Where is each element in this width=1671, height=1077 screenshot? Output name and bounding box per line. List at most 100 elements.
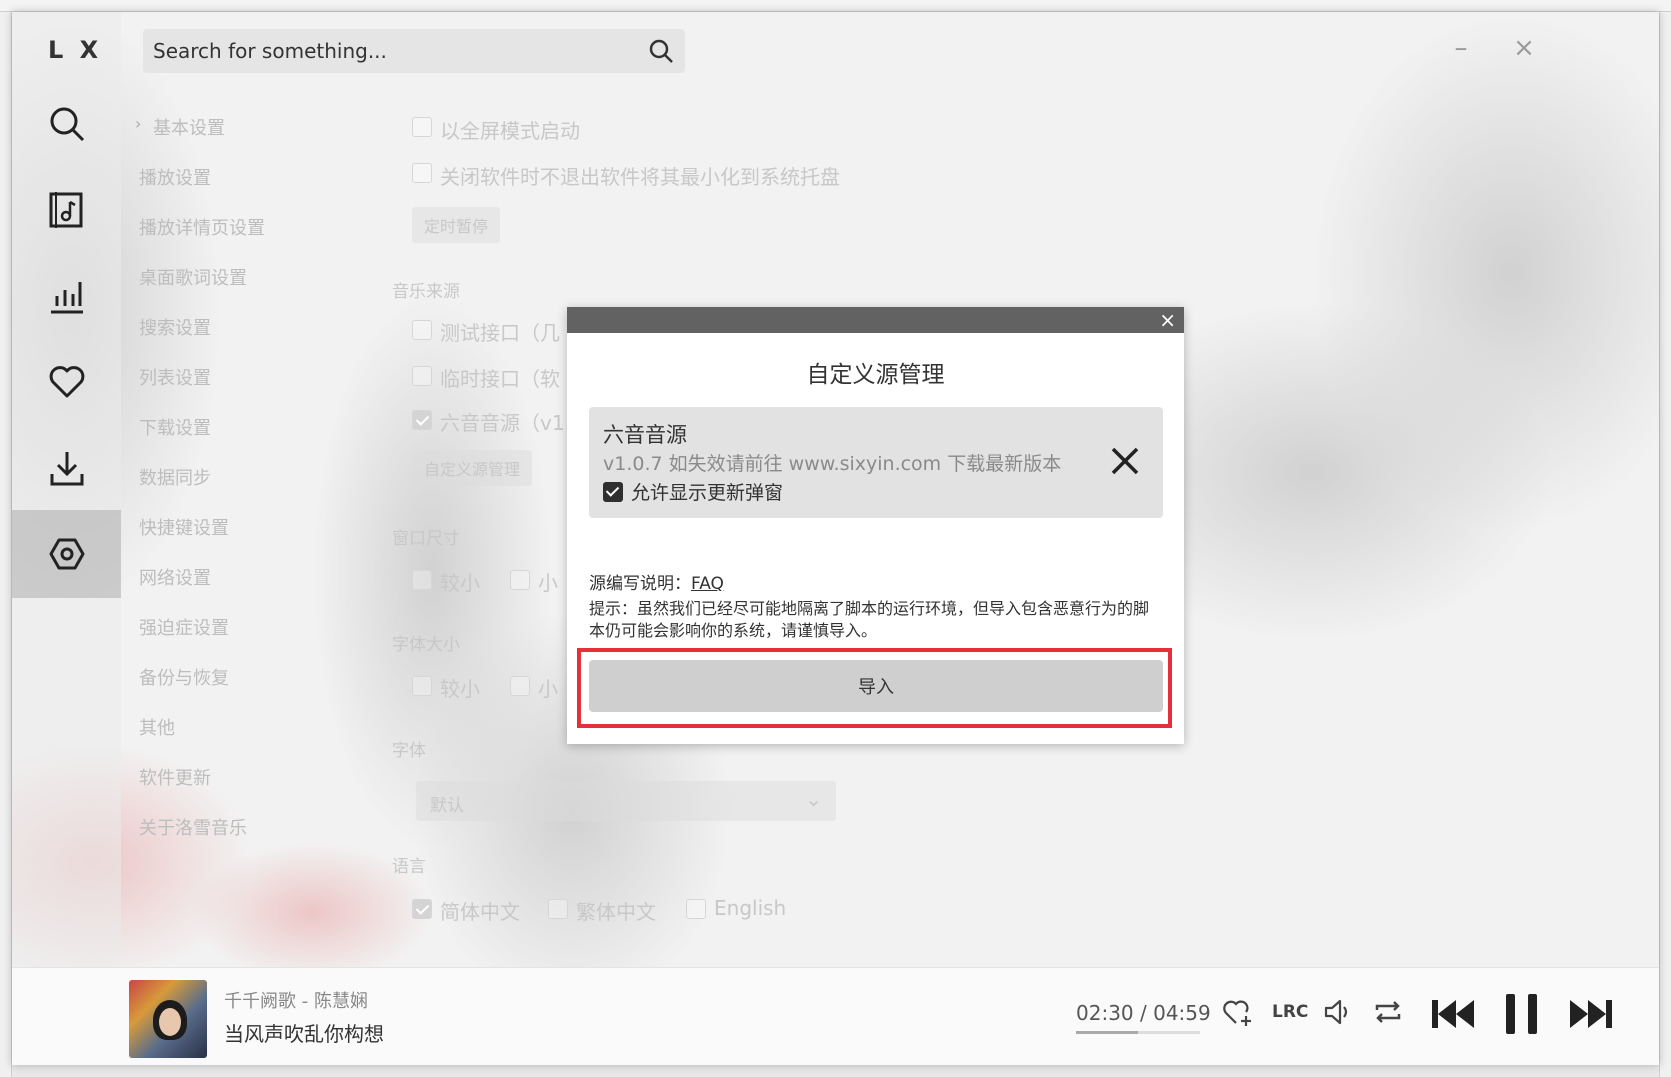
settings-nav-item[interactable]: 基本设置 [153, 114, 225, 140]
album-cover[interactable] [129, 980, 207, 1058]
security-tip: 提示：虽然我们已经尽可能地隔离了脚本的运行环境，但导入包含恶意行为的脚本仍可能会… [589, 599, 1150, 640]
source-temp-checkbox[interactable] [412, 366, 432, 386]
lang-zh-cn-label: 简体中文 [440, 900, 520, 924]
modal-header: × [567, 307, 1184, 333]
background-left-gutter [0, 12, 12, 1077]
font-smaller-label: 较小 [440, 677, 480, 701]
progress-bar[interactable] [1076, 1031, 1200, 1034]
modal-title: 自定义源管理 [806, 362, 945, 388]
cover-face [159, 1008, 181, 1036]
heart-icon [49, 366, 84, 398]
search-icon [50, 107, 84, 142]
faq-link[interactable]: FAQ [691, 574, 724, 594]
allow-update-popup-toggle[interactable]: 允许显示更新弹窗 [603, 478, 783, 505]
settings-icon [49, 538, 84, 570]
source-temp-label: 临时接口（软 [440, 367, 560, 391]
source-description: v1.0.7 如失效请前往 www.sixyin.com 下载最新版本 [603, 453, 1062, 475]
source-name: 六音音源 [603, 423, 687, 447]
current-time: 02:30 [1076, 1001, 1134, 1025]
chart-icon [50, 282, 83, 314]
lang-zh-tw-radio[interactable] [548, 899, 568, 919]
faq-prefix: 源编写说明： [589, 574, 691, 594]
sidebar-item-search[interactable] [12, 80, 121, 168]
sidebar-item-settings[interactable] [12, 510, 121, 598]
lang-zh-cn-radio[interactable] [412, 899, 432, 919]
settings-nav-item[interactable]: 关于洛雪音乐 [139, 814, 247, 840]
font-small-radio[interactable] [510, 676, 530, 696]
search-bar [143, 29, 685, 73]
player-bar: 千千阙歌 - 陈慧娴 当风声吹乱你构想 02:30 / 04:59 LRC [12, 967, 1659, 1065]
search-icon[interactable] [647, 37, 675, 65]
chevron-down-icon: ⌄ [805, 787, 822, 811]
previous-track-icon[interactable] [1430, 994, 1476, 1034]
song-lyric: 当风声吹乱你构想 [224, 1022, 384, 1046]
sidebar-item-songlist[interactable] [12, 166, 121, 254]
sidebar-item-leaderboard[interactable] [12, 252, 121, 340]
music-source-heading: 音乐来源 [392, 282, 460, 302]
settings-nav-item[interactable]: 播放设置 [139, 164, 211, 190]
source-card: 六音音源 v1.0.7 如失效请前往 www.sixyin.com 下载最新版本… [589, 407, 1163, 518]
pause-icon[interactable] [1502, 992, 1542, 1036]
custom-source-button[interactable]: 自定义源管理 [412, 450, 533, 486]
font-select[interactable]: 默认 ⌄ [416, 781, 836, 821]
add-to-favorites-icon[interactable] [1222, 996, 1254, 1028]
modal-close-button[interactable]: × [1159, 307, 1176, 333]
lang-zh-tw-label: 繁体中文 [576, 900, 656, 924]
window-small-label: 小 [538, 571, 558, 595]
font-heading: 字体 [392, 741, 426, 761]
app-window: L X – × › 基本设置 播放设置 播放详情页设置 桌面歌词设置 搜索设置 [12, 12, 1659, 1065]
window-small-radio[interactable] [510, 570, 530, 590]
settings-nav-item[interactable]: 列表设置 [139, 364, 211, 390]
settings-nav-item[interactable]: 软件更新 [139, 764, 211, 790]
faq-line: 源编写说明：FAQ [589, 569, 724, 594]
time-display: 02:30 / 04:59 [1076, 1001, 1211, 1025]
settings-nav-item[interactable]: 快捷键设置 [139, 514, 229, 540]
background-toolbar [0, 0, 1671, 12]
progress-fill [1076, 1031, 1138, 1034]
settings-nav-item[interactable]: 数据同步 [139, 464, 211, 490]
download-icon [50, 452, 83, 486]
volume-icon[interactable] [1322, 996, 1354, 1028]
import-button[interactable]: 导入 [589, 660, 1163, 712]
window-size-heading: 窗口尺寸 [392, 529, 460, 549]
search-input[interactable] [153, 39, 647, 63]
settings-nav-item[interactable]: 其他 [139, 714, 175, 740]
minimize-button[interactable]: – [1443, 30, 1479, 66]
repeat-icon[interactable] [1372, 996, 1404, 1028]
timer-button[interactable]: 定时暂停 [412, 207, 501, 243]
allow-update-popup-label: 允许显示更新弹窗 [631, 482, 784, 504]
font-smaller-radio[interactable] [412, 676, 432, 696]
sidebar-item-downloads[interactable] [12, 424, 121, 512]
settings-nav-item[interactable]: 强迫症设置 [139, 614, 229, 640]
settings-nav-item[interactable]: 下载设置 [139, 414, 211, 440]
language-heading: 语言 [392, 857, 426, 877]
custom-source-modal: × 自定义源管理 六音音源 v1.0.7 如失效请前往 www.sixyin.c… [567, 307, 1184, 744]
font-size-heading: 字体大小 [392, 635, 460, 655]
source-six-label: 六音音源（v1 [440, 411, 565, 435]
next-track-icon[interactable] [1568, 994, 1614, 1034]
background-right-gutter [1659, 12, 1671, 1077]
window-smaller-radio[interactable] [412, 570, 432, 590]
duration: 04:59 [1153, 1001, 1211, 1025]
allow-update-popup-checkbox[interactable] [603, 481, 623, 502]
lang-en-radio[interactable] [686, 899, 706, 919]
fullscreen-checkbox[interactable] [412, 117, 432, 137]
close-window-button[interactable]: × [1506, 30, 1542, 66]
source-test-checkbox[interactable] [412, 320, 432, 340]
remove-source-icon[interactable] [1107, 443, 1143, 479]
fullscreen-label: 以全屏模式启动 [440, 119, 580, 143]
tray-checkbox[interactable] [412, 163, 432, 183]
chevron-right-icon: › [135, 114, 142, 133]
font-select-value: 默认 [430, 796, 464, 816]
settings-nav-item[interactable]: 播放详情页设置 [139, 214, 265, 240]
sidebar: L X [12, 12, 121, 967]
lyrics-button[interactable]: LRC [1272, 1002, 1308, 1022]
font-small-label: 小 [538, 677, 558, 701]
settings-nav-item[interactable]: 备份与恢复 [139, 664, 229, 690]
settings-nav-item[interactable]: 网络设置 [139, 564, 211, 590]
sidebar-item-favorites[interactable] [12, 338, 121, 426]
settings-nav-item[interactable]: 桌面歌词设置 [139, 264, 247, 290]
settings-nav-item[interactable]: 搜索设置 [139, 314, 211, 340]
music-list-icon [49, 192, 82, 228]
source-six-checkbox[interactable] [412, 410, 432, 430]
